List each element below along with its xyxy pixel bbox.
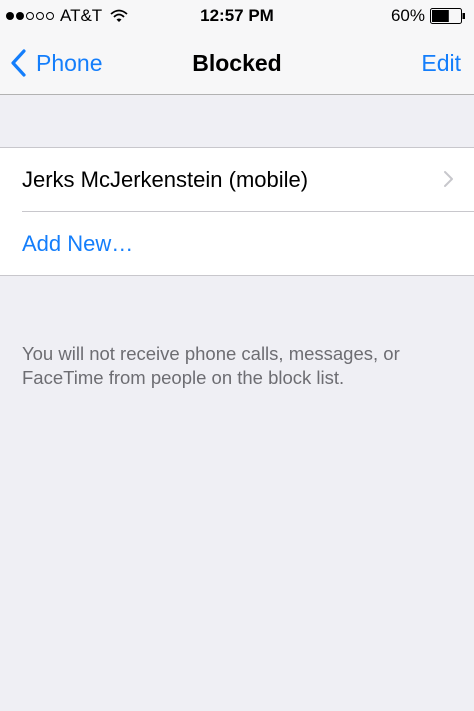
add-new-button[interactable]: Add New… [0,212,474,275]
edit-button[interactable]: Edit [421,50,461,77]
battery-icon [430,8,465,24]
nav-bar: Phone Blocked Edit [0,32,474,95]
blocked-list: Jerks McJerkenstein (mobile) Add New… [0,147,474,276]
chevron-right-icon [444,171,453,187]
blocked-contact-row[interactable]: Jerks McJerkenstein (mobile) [0,148,474,211]
page-title: Blocked [192,50,282,76]
block-list-footer-note: You will not receive phone calls, messag… [22,343,400,388]
status-right: 60% [391,6,466,26]
status-bar: AT&T 12:57 PM 60% [0,0,474,32]
battery-percent: 60% [390,6,425,25]
add-new-label: Add New… [22,230,134,256]
blocked-contact-label: Jerks McJerkenstein (mobile) [22,166,309,192]
